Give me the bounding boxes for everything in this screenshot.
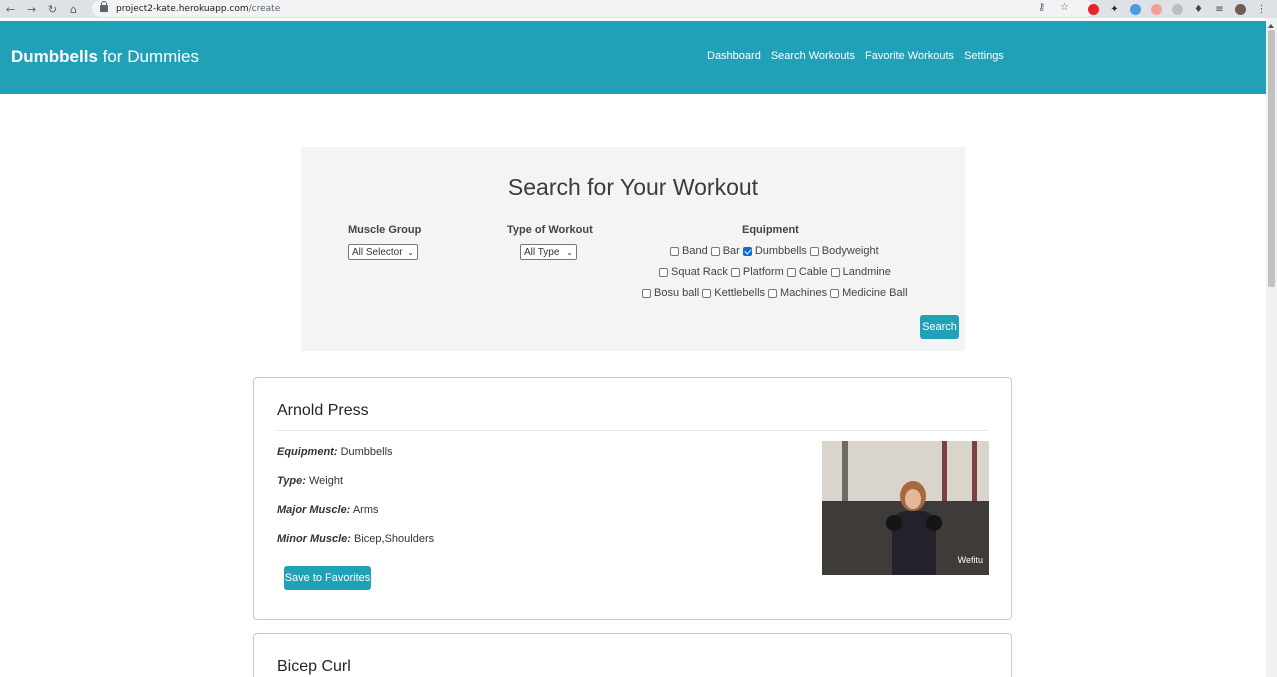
search-title: Search for Your Workout <box>507 174 759 200</box>
equipment-option-bodyweight[interactable]: Bodyweight <box>808 245 879 257</box>
nav-link-dashboard[interactable]: Dashboard <box>707 50 761 62</box>
extensions-bar: ✦ ♦ ≡ ⋮ <box>1083 0 1272 18</box>
card-divider <box>277 430 988 431</box>
workout-major-muscle: Major Muscle: Arms <box>277 504 378 516</box>
browser-toolbar: ← → ↻ ⌂ project2-kate.herokuapp.com/crea… <box>0 0 1277 18</box>
workout-equipment: Equipment: Dumbbells <box>277 446 393 458</box>
type-field-label: Type: <box>277 475 306 487</box>
equipment-option-bar[interactable]: Bar <box>709 245 740 257</box>
equipment-row-1: Band Bar Dumbbells Bodyweight <box>668 245 880 257</box>
equipment-option-squat-rack[interactable]: Squat Rack <box>657 266 728 278</box>
checkbox[interactable] <box>768 288 778 298</box>
checkbox-checked[interactable] <box>742 246 752 256</box>
key-icon[interactable]: ⚷ <box>1038 2 1045 13</box>
workout-minor-muscle: Minor Muscle: Bicep,Shoulders <box>277 533 434 545</box>
image-watermark: Wefitu <box>957 555 983 565</box>
profile-avatar[interactable] <box>1230 0 1251 18</box>
scroll-up-arrow-icon[interactable] <box>1268 24 1274 28</box>
checkbox[interactable] <box>642 288 651 298</box>
home-icon[interactable]: ⌂ <box>63 0 84 18</box>
checkbox[interactable] <box>730 267 740 277</box>
equipment-option-bosu-ball[interactable]: Bosu ball <box>640 287 699 299</box>
type-select-value: All Type <box>524 246 560 258</box>
search-panel: Search for Your Workout Muscle Group All… <box>301 147 965 351</box>
muscle-group-select[interactable]: All Selector ⌄ <box>348 244 418 260</box>
workout-card: Arnold Press Equipment: Dumbbells Type: … <box>253 377 1012 620</box>
equipment-option-platform[interactable]: Platform <box>729 266 784 278</box>
nav-link-search-workouts[interactable]: Search Workouts <box>771 50 855 62</box>
equipment-option-medicine-ball[interactable]: Medicine Ball <box>828 287 908 299</box>
equipment-option-cable[interactable]: Cable <box>785 266 828 278</box>
minor-muscle-field-label: Minor Muscle: <box>277 533 351 545</box>
type-of-workout-label: Type of Workout <box>507 224 593 236</box>
menu-kebab-icon[interactable]: ⋮ <box>1251 0 1272 18</box>
major-muscle-field-label: Major Muscle: <box>277 504 351 516</box>
back-icon[interactable]: ← <box>0 0 21 18</box>
checkbox[interactable] <box>702 288 712 298</box>
type-of-workout-select[interactable]: All Type ⌄ <box>520 244 577 260</box>
address-bar[interactable]: project2-kate.herokuapp.com/create ⚷ ☆ <box>92 0 1094 17</box>
equipment-option-dumbbells[interactable]: Dumbbells <box>741 245 807 257</box>
equipment-option-band[interactable]: Band <box>668 245 708 257</box>
equipment-option-machines[interactable]: Machines <box>766 287 827 299</box>
checkbox[interactable] <box>830 288 840 298</box>
type-value: Weight <box>309 475 344 487</box>
equipment-option-landmine[interactable]: Landmine <box>829 266 891 278</box>
checkbox[interactable] <box>670 246 679 256</box>
face-extension-icon[interactable] <box>1167 0 1188 18</box>
workout-title: Arnold Press <box>277 402 369 419</box>
checkbox[interactable] <box>809 246 819 256</box>
nav-link-settings[interactable]: Settings <box>964 50 1004 62</box>
globe-extension-icon[interactable] <box>1125 0 1146 18</box>
fish-extension-icon[interactable] <box>1146 0 1167 18</box>
image-person-face <box>905 489 921 509</box>
major-muscle-value: Arms <box>352 504 379 516</box>
nav-links: Dashboard Search Workouts Favorite Worko… <box>707 50 1004 62</box>
checkbox[interactable] <box>659 267 668 277</box>
image-dumbbell <box>886 515 902 531</box>
equipment-row-2: Squat Rack Platform Cable Landmine <box>657 266 892 278</box>
scrollbar-thumb[interactable] <box>1268 30 1275 287</box>
workout-card: Bicep Curl <box>253 633 1012 677</box>
opera-extension-icon[interactable] <box>1083 0 1104 18</box>
save-to-favorites-button[interactable]: Save to Favorites <box>284 566 371 590</box>
site-brand[interactable]: Dumbbells for Dummies <box>11 47 199 67</box>
equipment-field-label: Equipment: <box>277 446 338 458</box>
checkbox[interactable] <box>710 246 720 256</box>
equipment-row-3: Bosu ball Kettlebells Machines Medicine … <box>640 287 909 299</box>
reload-icon[interactable]: ↻ <box>42 0 63 18</box>
puzzle-extensions-icon[interactable]: ♦ <box>1188 0 1209 18</box>
muscle-group-select-value: All Selector <box>352 246 403 258</box>
feather-extension-icon[interactable]: ✦ <box>1104 0 1125 18</box>
image-dumbbell <box>926 515 942 531</box>
chevron-down-icon: ⌄ <box>407 248 414 257</box>
workout-image: Wefitu <box>822 441 989 575</box>
reading-list-icon[interactable]: ≡ <box>1209 0 1230 18</box>
chevron-down-icon: ⌄ <box>566 248 573 257</box>
search-button[interactable]: Search <box>920 315 959 339</box>
lock-icon <box>100 1 108 12</box>
url-text: project2-kate.herokuapp.com/create <box>116 3 281 14</box>
workout-type: Type: Weight <box>277 475 343 487</box>
forward-icon[interactable]: → <box>21 0 42 18</box>
minor-muscle-value: Bicep,Shoulders <box>354 533 435 545</box>
bookmark-star-icon[interactable]: ☆ <box>1060 2 1069 13</box>
muscle-group-label: Muscle Group <box>348 224 422 236</box>
checkbox[interactable] <box>786 267 796 277</box>
checkbox[interactable] <box>830 267 840 277</box>
equipment-option-kettlebells[interactable]: Kettlebells <box>700 287 765 299</box>
workout-title: Bicep Curl <box>277 658 351 675</box>
equipment-value: Dumbbells <box>340 446 393 458</box>
site-navbar: Dumbbells for Dummies Dashboard Search W… <box>0 21 1266 94</box>
equipment-label: Equipment <box>742 224 799 236</box>
page-scrollbar[interactable] <box>1266 18 1277 677</box>
nav-link-favorite-workouts[interactable]: Favorite Workouts <box>865 50 954 62</box>
